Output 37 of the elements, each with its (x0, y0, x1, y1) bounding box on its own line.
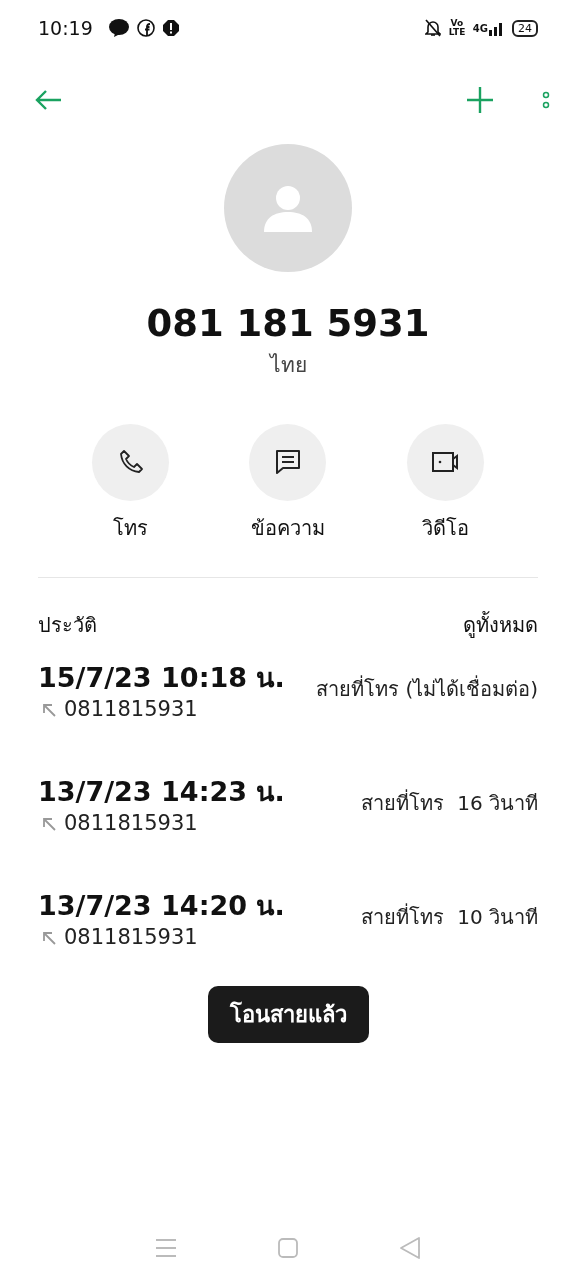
alert-icon (162, 20, 179, 36)
chat-bubble-icon (108, 19, 129, 37)
more-options-icon[interactable] (542, 91, 550, 109)
history-title: ประวัติ (38, 611, 97, 639)
network-type: 4G (472, 22, 488, 36)
muted-bell-icon (424, 19, 441, 37)
call-detail: สายที่โทร (ไม่ได้เชื่อมต่อ) (316, 674, 538, 703)
call-detail: สายที่โทร 16 วินาที (361, 788, 538, 817)
back-icon[interactable] (399, 1236, 421, 1260)
call-number: 0811815931 (64, 924, 198, 952)
status-time: 10:19 (38, 15, 93, 41)
outgoing-call-icon (42, 817, 56, 832)
call-number: 0811815931 (64, 810, 198, 838)
battery-level: 24 (512, 19, 538, 37)
call-number: 0811815931 (64, 696, 198, 724)
action-label: วิดีโอ (421, 514, 469, 542)
add-icon[interactable] (466, 86, 494, 114)
message-icon (275, 449, 301, 476)
contact-label: ไทย (269, 352, 307, 380)
toast-message: โอนสายแล้ว (207, 985, 369, 1043)
outgoing-call-icon (42, 703, 56, 718)
call-datetime: 13/7/23 14:23 น. (38, 775, 285, 809)
phone-icon (117, 449, 144, 476)
call-datetime: 15/7/23 10:18 น. (38, 661, 285, 695)
action-label: โทร (113, 514, 149, 542)
volte-indicator: Vo LTE (448, 19, 465, 37)
call-datetime: 13/7/23 14:20 น. (38, 889, 285, 923)
menu-icon[interactable] (155, 1238, 177, 1258)
facebook-icon (136, 19, 155, 37)
call-detail: สายที่โทร 10 วินาที (361, 902, 538, 931)
home-icon[interactable] (277, 1237, 299, 1259)
outgoing-call-icon (42, 931, 56, 946)
contact-number: 081 181 5931 (146, 302, 430, 347)
see-all-link[interactable]: ดูทั้งหมด (463, 609, 538, 640)
back-arrow-icon[interactable] (34, 89, 62, 111)
signal-icon (488, 20, 504, 36)
action-label: ข้อความ (251, 514, 325, 542)
